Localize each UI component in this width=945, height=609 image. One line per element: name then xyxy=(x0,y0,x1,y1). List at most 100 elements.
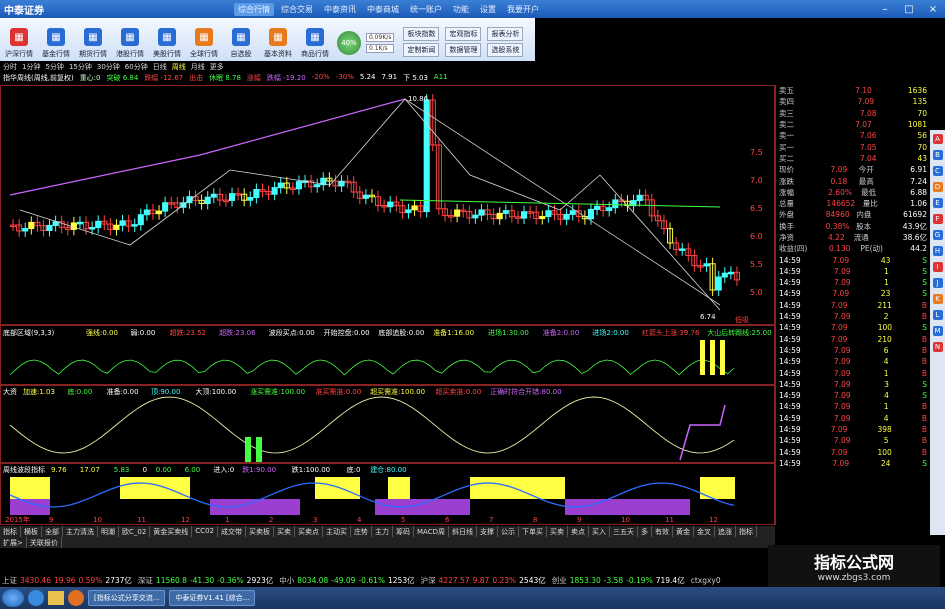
period-tab[interactable]: 1分钟 xyxy=(22,62,40,73)
index-quote[interactable]: 创业 1853.30 -3.58 -0.19% 719.4亿 xyxy=(552,575,685,586)
maximize-icon[interactable]: □ xyxy=(897,0,921,18)
index-quote[interactable]: 中小 8034.08 -49.09 -0.61% 1253亿 xyxy=(279,575,414,586)
sidebar-icon-7[interactable]: G xyxy=(932,230,943,240)
indicator-tab[interactable]: 指标 xyxy=(736,526,757,537)
tool-button[interactable]: ▦ 美股行情 xyxy=(150,21,184,61)
toolbar-right-button[interactable]: 宏观指标 xyxy=(445,27,482,41)
sidebar-icon-2[interactable]: B xyxy=(932,150,943,160)
indicator-tab[interactable]: 卖点 xyxy=(568,526,589,537)
sidebar-icon-4[interactable]: D xyxy=(932,182,943,192)
player-icon[interactable] xyxy=(68,590,84,606)
indicator-tab[interactable]: 明潮 xyxy=(98,526,119,537)
kline-chart-area[interactable]: 7.5 7.0 6.5 6.0 5.5 5.0 10.86 6.74 低吸底部区域(9,3,3)… xyxy=(0,85,775,525)
indicator-tab[interactable]: 筹码 xyxy=(393,526,414,537)
top-menu-item[interactable]: 综合行情 xyxy=(234,2,274,16)
indicator-tab[interactable]: 指标 xyxy=(0,526,21,537)
indicator-tab[interactable]: 买入 xyxy=(589,526,610,537)
taskbar-item[interactable]: 中泰证券V1.41 [综合... xyxy=(169,590,256,606)
indicator-tab[interactable]: 庄势 xyxy=(351,526,372,537)
toolbar-right-button[interactable]: 选股系统 xyxy=(487,43,524,57)
period-tab[interactable]: 更多 xyxy=(210,62,224,73)
folder-icon[interactable] xyxy=(48,591,64,605)
top-menu-item[interactable]: 综合交易 xyxy=(277,3,317,16)
speed-indicator[interactable]: 40% xyxy=(337,31,361,55)
period-tab[interactable]: 分时 xyxy=(3,62,17,73)
tool-button[interactable]: ▦ 全球行情 xyxy=(187,21,221,61)
sidebar-icon-5[interactable]: E xyxy=(932,198,943,208)
toolbar-right-button[interactable]: 定制新闻 xyxy=(403,43,440,57)
start-button[interactable] xyxy=(2,589,24,607)
period-tab[interactable]: 5分钟 xyxy=(45,62,63,73)
period-tab[interactable]: 月线 xyxy=(191,62,205,73)
quote-row: 收益(四) 0.130 PE(动) 44.2 xyxy=(776,243,930,254)
indicator-tab[interactable]: 主力 xyxy=(372,526,393,537)
top-menu-item[interactable]: 设置 xyxy=(476,3,500,16)
indicator-tab[interactable]: 全部 xyxy=(42,526,63,537)
tool-button[interactable]: ▦ 期货行情 xyxy=(76,21,110,61)
indicator-tab[interactable]: MACD周 xyxy=(414,526,449,537)
indicator-tab[interactable]: 主动买 xyxy=(323,526,351,537)
index-quote[interactable]: 上证 3430.46 19.96 0.59% 2737亿 xyxy=(2,575,132,586)
quote-row: 14:59 7.09 5 B xyxy=(776,435,930,446)
sidebar-icon-10[interactable]: J xyxy=(932,278,943,288)
sidebar-icon-12[interactable]: L xyxy=(932,310,943,320)
toolbar-right-button[interactable]: 板块指数 xyxy=(403,27,440,41)
indicator-tab[interactable]: 多 xyxy=(638,526,652,537)
indicator-tab[interactable]: 支撑 xyxy=(477,526,498,537)
top-menu-item[interactable]: 我要开户 xyxy=(503,3,543,16)
sidebar-icon-3[interactable]: C xyxy=(932,166,943,176)
indicator-tab[interactable]: 买卖板 xyxy=(246,526,274,537)
top-menu-item[interactable]: 中泰商城 xyxy=(363,3,403,16)
top-menu-item[interactable]: 统一账户 xyxy=(406,3,446,16)
index-quote[interactable]: 沪深 4227.57 9.87 0.23% 2543亿 xyxy=(421,575,546,586)
tool-button[interactable]: ▦ 港股行情 xyxy=(113,21,147,61)
toolbar-right-button[interactable]: 报表分析 xyxy=(487,27,524,41)
period-tab[interactable]: 15分钟 xyxy=(69,62,92,73)
indicator-tab[interactable]: CC02 xyxy=(192,526,218,537)
indicator-tab[interactable]: 追涨 xyxy=(715,526,736,537)
indicator-tab[interactable]: 金叉 xyxy=(694,526,715,537)
indicator-tab[interactable]: 主力清洗 xyxy=(63,526,98,537)
sidebar-icon-14[interactable]: N xyxy=(932,342,943,352)
sidebar-icon-9[interactable]: I xyxy=(932,262,943,272)
tool-button[interactable]: ▦ 沪深行情 xyxy=(2,21,36,61)
close-icon[interactable]: × xyxy=(921,0,945,18)
indicator-tab[interactable]: 三五天 xyxy=(610,526,638,537)
period-tab[interactable]: 60分钟 xyxy=(125,62,148,73)
sidebar-icon-8[interactable]: H xyxy=(932,246,943,256)
indicator-tab-extra[interactable]: 关联报价 xyxy=(27,537,62,548)
indicator-tab[interactable]: 下单买 xyxy=(519,526,547,537)
top-menu-item[interactable]: 中泰资讯 xyxy=(320,3,360,16)
tool-label: 商品行情 xyxy=(301,50,329,58)
period-tab[interactable]: 周线 xyxy=(172,62,186,73)
sidebar-icon-6[interactable]: F xyxy=(932,214,943,224)
period-tab[interactable]: 日线 xyxy=(153,62,167,73)
tool-button[interactable]: ▦ 基本资料 xyxy=(261,21,295,61)
indicator-tab[interactable]: 公示 xyxy=(498,526,519,537)
indicator-tab[interactable]: 买卖点 xyxy=(295,526,323,537)
tool-button[interactable]: ▦ 自选股 xyxy=(224,21,258,61)
index-quote[interactable]: 深证 11560.8 -41.30 -0.36% 2923亿 xyxy=(138,575,273,586)
indicator-tab[interactable]: 欧C_02 xyxy=(119,526,151,537)
top-menu-item[interactable]: 功能 xyxy=(449,3,473,16)
taskbar-item[interactable]: [指标公式分享交流... xyxy=(88,590,166,606)
minimize-icon[interactable]: – xyxy=(873,0,897,18)
indicator-tab[interactable]: 黄金 xyxy=(673,526,694,537)
sidebar-icon-13[interactable]: M xyxy=(932,326,943,336)
toolbar-right-button[interactable]: 数据管理 xyxy=(445,43,482,57)
period-tab[interactable]: 30分钟 xyxy=(97,62,120,73)
tool-button[interactable]: ▦ 基金行情 xyxy=(39,21,73,61)
indicator-tab[interactable]: 买卖 xyxy=(274,526,295,537)
indicator-tab[interactable]: 成交带 xyxy=(218,526,246,537)
quote-cell: 14:59 xyxy=(779,357,801,367)
indicator-tab[interactable]: 有效 xyxy=(652,526,673,537)
indicator-tab[interactable]: 横板 xyxy=(21,526,42,537)
sidebar-icon-11[interactable]: K xyxy=(932,294,943,304)
tool-button[interactable]: ▦ 商品行情 xyxy=(298,21,332,61)
indicator-tab-extra[interactable]: 扩展> xyxy=(0,537,27,548)
indicator-tab[interactable]: 买卖 xyxy=(547,526,568,537)
indicator-tab[interactable]: 斜日线 xyxy=(449,526,477,537)
ie-icon[interactable] xyxy=(28,590,44,606)
indicator-tab[interactable]: 黄金买卖线 xyxy=(150,526,193,537)
sidebar-icon-1[interactable]: A xyxy=(932,134,943,144)
